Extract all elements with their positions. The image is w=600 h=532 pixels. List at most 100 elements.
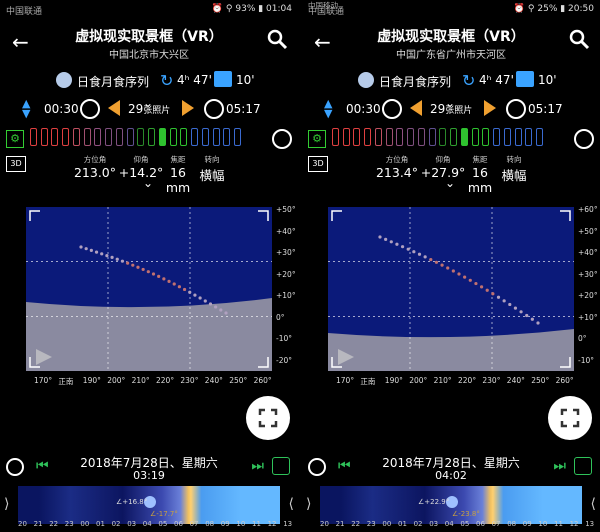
right-arrow-icon[interactable]: ⟨ <box>591 496 596 512</box>
phase-segment[interactable] <box>428 128 436 146</box>
vr-viewfinder[interactable] <box>328 207 574 371</box>
time-label[interactable]: 03:19 <box>60 469 238 482</box>
phase-segment[interactable] <box>385 128 393 146</box>
phase-segment[interactable] <box>191 128 199 146</box>
phase-segment[interactable] <box>40 128 48 146</box>
chevron-down-icon[interactable]: ⌄ <box>445 96 455 110</box>
azimuth-tick: 220° <box>156 376 175 385</box>
phase-segment[interactable] <box>201 128 209 146</box>
phase-segment[interactable] <box>525 128 533 146</box>
phase-segment[interactable] <box>503 128 511 146</box>
sequence-label[interactable]: 日食月食序列 <box>77 73 149 90</box>
phase-segment[interactable] <box>105 128 113 146</box>
phase-segment[interactable] <box>471 128 479 146</box>
chevron-down-icon[interactable]: ⌄ <box>445 176 455 190</box>
timeline[interactable]: ⟩ ⟨ ∠+22.9° ∠-23.8° 20 21 22 23 00 01 02 03 04 05… <box>302 482 600 532</box>
phase-segment[interactable] <box>450 128 458 146</box>
phase-segment[interactable] <box>460 128 468 146</box>
phase-segment[interactable] <box>364 128 372 146</box>
duration-value[interactable]: 4ʰ 47' <box>479 73 514 87</box>
phase-segment[interactable] <box>148 128 156 146</box>
phase-segment[interactable] <box>233 128 241 146</box>
phase-segment[interactable] <box>180 128 188 146</box>
next-arrow-icon[interactable] <box>484 100 496 116</box>
left-arrow-icon[interactable]: ⟩ <box>306 496 311 512</box>
timeline[interactable]: ⟩ ⟨ ∠+16.8° ∠-17.7° 20 21 22 23 00 01 02 03 04 05… <box>0 482 298 532</box>
chevron-down-icon[interactable]: ⌄ <box>143 176 153 190</box>
phase-segment[interactable] <box>332 128 339 146</box>
start-time[interactable]: 00:30 <box>346 102 381 116</box>
compass-icon[interactable] <box>574 129 594 149</box>
calendar-icon[interactable] <box>272 457 290 475</box>
prev-arrow-icon[interactable] <box>108 100 120 116</box>
phase-segment[interactable] <box>482 128 490 146</box>
phase-segment[interactable] <box>439 128 447 146</box>
phase-segment[interactable] <box>374 128 382 146</box>
phase-segment[interactable] <box>51 128 59 146</box>
back-arrow-icon[interactable]: ← <box>12 30 29 54</box>
updown-icon[interactable]: ▲ ▼ <box>22 98 30 119</box>
clock-icon[interactable] <box>204 99 224 119</box>
phase-segment[interactable] <box>417 128 425 146</box>
updown-icon[interactable]: ▲ ▼ <box>324 98 332 119</box>
phase-segment[interactable] <box>514 128 522 146</box>
phase-segment[interactable] <box>212 128 220 146</box>
moon-icon[interactable] <box>358 72 374 88</box>
3d-toggle-icon[interactable]: 3D <box>308 156 328 172</box>
skip-back-icon[interactable]: ⏮ <box>36 458 49 474</box>
phase-segment[interactable] <box>158 128 166 146</box>
right-arrow-icon[interactable]: ⟨ <box>289 496 294 512</box>
compass-icon[interactable] <box>272 129 292 149</box>
time-label[interactable]: 04:02 <box>362 469 540 482</box>
skip-forward-icon[interactable]: ⏭ <box>553 458 566 474</box>
clock-icon[interactable] <box>6 458 24 476</box>
phase-segment[interactable] <box>30 128 37 146</box>
search-icon[interactable] <box>266 28 288 50</box>
clock-icon[interactable] <box>506 99 526 119</box>
clock-icon[interactable] <box>80 99 100 119</box>
prev-arrow-icon[interactable] <box>410 100 422 116</box>
gear-icon[interactable]: ⚙ <box>6 130 24 148</box>
timeline-tick: 13 <box>585 520 595 528</box>
phase-segment[interactable] <box>169 128 177 146</box>
moon-icon[interactable] <box>56 72 72 88</box>
back-arrow-icon[interactable]: ← <box>314 30 331 54</box>
phase-segment[interactable] <box>342 128 350 146</box>
search-icon[interactable] <box>568 28 590 50</box>
phase-segment[interactable] <box>353 128 361 146</box>
skip-back-icon[interactable]: ⏮ <box>338 458 351 474</box>
left-arrow-icon[interactable]: ⟩ <box>4 496 9 512</box>
end-time[interactable]: 05:17 <box>226 102 261 116</box>
phase-segment[interactable] <box>62 128 70 146</box>
skip-forward-icon[interactable]: ⏭ <box>251 458 264 474</box>
phase-segment[interactable] <box>83 128 91 146</box>
phase-segment[interactable] <box>396 128 404 146</box>
sequence-label[interactable]: 日食月食序列 <box>379 73 451 90</box>
next-arrow-icon[interactable] <box>182 100 194 116</box>
interval-value[interactable]: 10' <box>236 73 255 87</box>
phase-segment[interactable] <box>126 128 134 146</box>
moon-trail-point <box>496 295 501 299</box>
interval-value[interactable]: 10' <box>538 73 557 87</box>
phase-segment[interactable] <box>223 128 231 146</box>
3d-toggle-icon[interactable]: 3D <box>6 156 26 172</box>
clock-icon[interactable] <box>382 99 402 119</box>
phase-segment[interactable] <box>94 128 102 146</box>
duration-value[interactable]: 4ʰ 47' <box>177 73 212 87</box>
vr-viewfinder[interactable] <box>26 207 272 371</box>
phase-segment[interactable] <box>137 128 145 146</box>
phase-segment[interactable] <box>72 128 80 146</box>
phase-segment[interactable] <box>535 128 543 146</box>
chevron-down-icon[interactable]: ⌄ <box>143 96 153 110</box>
end-time[interactable]: 05:17 <box>528 102 563 116</box>
clock-icon[interactable] <box>308 458 326 476</box>
phase-segment[interactable] <box>407 128 415 146</box>
fullscreen-button[interactable] <box>246 396 290 440</box>
calendar-icon[interactable] <box>574 457 592 475</box>
phase-segment[interactable] <box>115 128 123 146</box>
status-bar: 中国联通 ⏰ ⚲ 93% ▮ 01:04 <box>0 0 298 20</box>
phase-segment[interactable] <box>493 128 501 146</box>
start-time[interactable]: 00:30 <box>44 102 79 116</box>
gear-icon[interactable]: ⚙ <box>308 130 326 148</box>
fullscreen-button[interactable] <box>548 396 592 440</box>
